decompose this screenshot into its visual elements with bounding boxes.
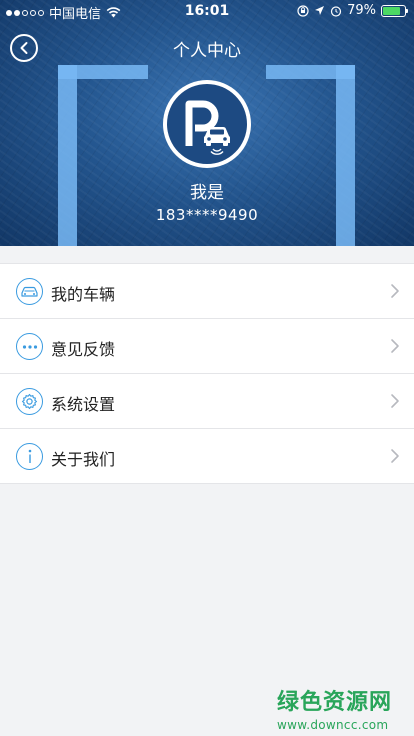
watermark-url: www.downcc.com (276, 718, 389, 732)
battery-percent: 79% (347, 3, 376, 18)
parking-car-logo-icon (167, 84, 247, 164)
chevron-right-icon (391, 339, 399, 353)
user-phone: 183****9490 (155, 206, 259, 224)
menu-item-my-vehicles[interactable]: 我的车辆 (0, 264, 414, 319)
parking-line (266, 65, 355, 79)
menu-item-label: 意见反馈 (51, 340, 116, 359)
chevron-right-icon (391, 449, 399, 463)
menu-item-label: 我的车辆 (51, 285, 116, 304)
watermark-title: 绿色资源网 (276, 690, 392, 715)
orientation-lock-icon (297, 4, 309, 17)
gear-icon (16, 388, 43, 415)
page-title: 个人中心 (173, 41, 241, 61)
battery-icon (381, 4, 408, 17)
settings-menu: 我的车辆 意见反馈 系统设置 关于我们 (0, 263, 414, 484)
user-name: 我是 (190, 183, 224, 203)
menu-item-label: 关于我们 (51, 450, 116, 469)
parking-line (58, 65, 148, 79)
chevron-right-icon (391, 284, 399, 298)
menu-item-feedback[interactable]: 意见反馈 (0, 319, 414, 374)
status-bar: 中国电信 16:01 79% (0, 0, 414, 22)
watermark: 绿色资源网 www.downcc.com (277, 684, 392, 732)
avatar[interactable] (163, 80, 251, 168)
menu-item-label: 系统设置 (51, 395, 116, 414)
ellipsis-icon (16, 333, 43, 360)
chevron-right-icon (391, 394, 399, 408)
info-icon (16, 443, 43, 470)
menu-item-system-settings[interactable]: 系统设置 (0, 374, 414, 429)
alarm-icon (330, 5, 342, 17)
menu-item-about-us[interactable]: 关于我们 (0, 429, 414, 484)
car-icon (16, 278, 43, 305)
location-arrow-icon (315, 6, 325, 15)
profile-header-background: 中国电信 16:01 79% 个人中心 我是 183****9490 (0, 0, 414, 246)
battery-fill (383, 6, 400, 15)
